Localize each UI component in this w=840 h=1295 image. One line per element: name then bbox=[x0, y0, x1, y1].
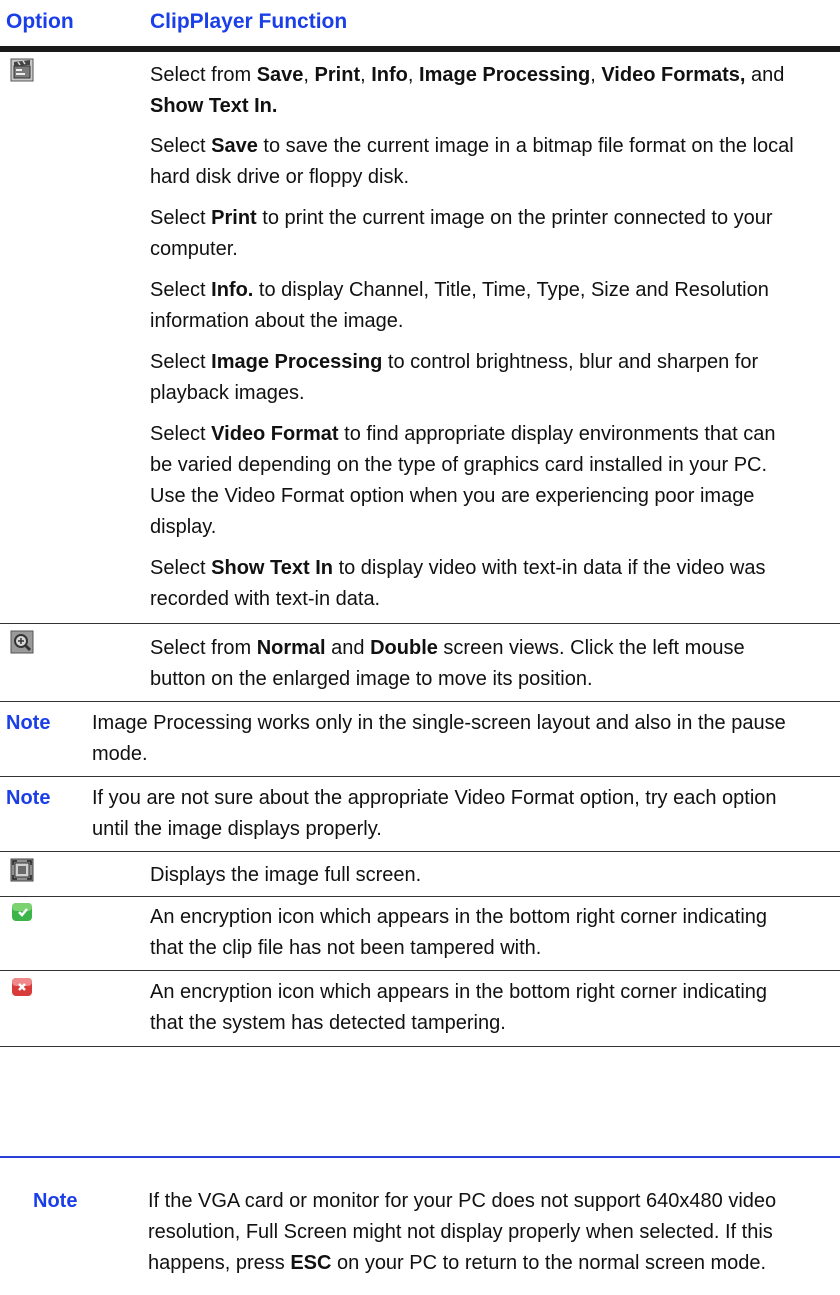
zoom-magnifier-icon bbox=[10, 630, 34, 654]
note-label: Note bbox=[6, 712, 51, 734]
encryption-ok-icon bbox=[10, 900, 34, 924]
fullscreen-icon bbox=[10, 858, 34, 882]
video-format-description: Select Video Format to find appropriate … bbox=[150, 423, 776, 538]
encryption-tampered-icon bbox=[10, 975, 34, 999]
info-description: Select Info. to display Channel, Title, … bbox=[150, 279, 769, 332]
option-column-header: Option bbox=[6, 10, 74, 33]
note-video-format-text: If you are not sure about the appropriat… bbox=[92, 787, 777, 840]
row-divider bbox=[0, 701, 840, 702]
encryption-tampered-description: An encryption icon which appears in the … bbox=[150, 981, 768, 1034]
function-column-header: ClipPlayer Function bbox=[150, 10, 348, 33]
table-header: Option ClipPlayer Function bbox=[0, 0, 840, 48]
encryption-ok-description: An encryption icon which appears in the … bbox=[150, 906, 768, 959]
note-label: Note bbox=[33, 1190, 78, 1212]
fullscreen-description: Displays the image full screen. bbox=[150, 864, 422, 886]
image-processing-description: Select Image Processing to control brigh… bbox=[150, 351, 759, 404]
show-text-in-description: Select Show Text In to display video wit… bbox=[150, 557, 766, 610]
table-bottom-rule bbox=[0, 1046, 840, 1047]
note-vga-text: If the VGA card or monitor for your PC d… bbox=[148, 1190, 777, 1274]
save-description: Select Save to save the current image in… bbox=[150, 135, 794, 188]
row-divider bbox=[0, 776, 840, 777]
row-divider bbox=[0, 896, 840, 897]
header-rule bbox=[0, 46, 840, 52]
menu-intro-text: Select from Save, Print, Info, Image Pro… bbox=[150, 64, 785, 117]
print-description: Select Print to print the current image … bbox=[150, 207, 773, 260]
clapboard-menu-icon bbox=[10, 58, 34, 82]
zoom-description: Select from Normal and Double screen vie… bbox=[150, 637, 745, 690]
note-image-processing-text: Image Processing works only in the singl… bbox=[92, 712, 786, 765]
row-divider bbox=[0, 623, 840, 624]
row-divider bbox=[0, 970, 840, 971]
note-top-rule bbox=[0, 1156, 840, 1158]
note-label: Note bbox=[6, 787, 51, 809]
row-divider bbox=[0, 851, 840, 852]
